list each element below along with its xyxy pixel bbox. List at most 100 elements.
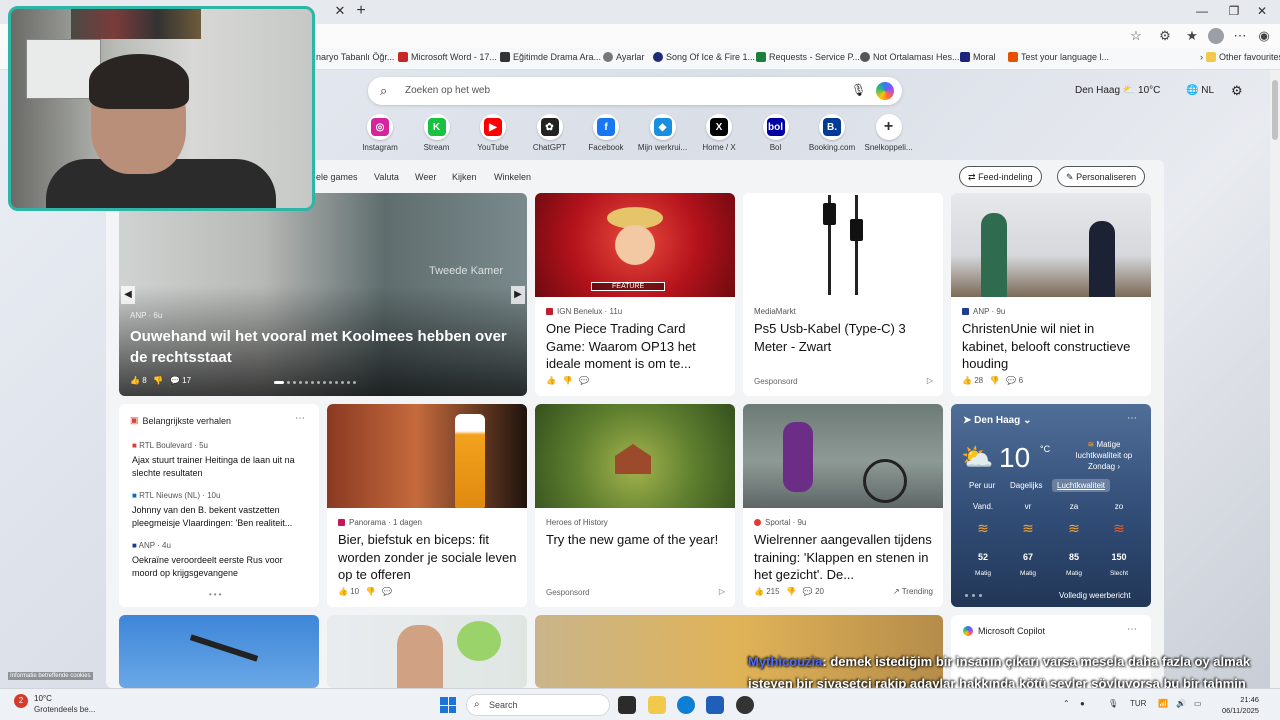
microphone-icon[interactable]: 🎙 <box>851 83 866 97</box>
news-card[interactable] <box>327 615 527 688</box>
copilot-icon[interactable] <box>876 82 894 100</box>
page-scrollbar[interactable] <box>1270 70 1280 688</box>
tab-hourly[interactable]: Per uur <box>964 479 1000 492</box>
cookies-link[interactable]: Informatie betreffende cookies <box>8 672 93 680</box>
task-view-icon[interactable] <box>618 696 636 714</box>
favorite-item[interactable]: Moral <box>960 52 996 62</box>
sponsored-card[interactable]: Heroes of History Try the new game of th… <box>535 404 735 607</box>
like-icon[interactable]: 👍 <box>546 376 556 385</box>
language-indicator[interactable]: TUR <box>1130 699 1146 708</box>
favorite-item[interactable]: Ayarlar <box>603 52 644 62</box>
shortcut-tile[interactable]: bol Bol <box>748 114 804 152</box>
new-tab-icon[interactable]: + <box>352 2 370 20</box>
shortcut-tile[interactable]: ◎ Instagram <box>352 114 408 152</box>
header-location[interactable]: Den Haag ⛅ 10°C <box>1075 85 1160 96</box>
shortcut-tile[interactable]: + Snelkoppeli... <box>861 114 917 152</box>
story-title[interactable]: Johnny van den B. bekent vastzetten plee… <box>132 504 309 530</box>
carousel-dots[interactable] <box>274 381 356 384</box>
comment-icon[interactable]: 💬 <box>579 376 589 385</box>
store-icon[interactable] <box>706 696 724 714</box>
full-forecast-link[interactable]: Volledig weerbericht <box>1059 591 1131 600</box>
shortcut-tile[interactable]: B. Booking.com <box>804 114 860 152</box>
comment-icon[interactable]: 💬 <box>382 587 392 596</box>
tray-overflow-icon[interactable]: ⌃ <box>1063 699 1070 708</box>
more-options-icon[interactable]: ⋯ <box>295 413 305 424</box>
favorite-item[interactable]: Not Ortalaması Hes... <box>860 52 960 62</box>
favorite-item[interactable]: Test your language l... <box>1008 52 1109 62</box>
taskbar-weather-desc[interactable]: Grotendeels be... <box>34 705 95 714</box>
comment-icon[interactable]: 💬 <box>170 376 180 385</box>
battery-icon[interactable]: ▭ <box>1194 699 1202 708</box>
sponsored-card[interactable]: MediaMarkt Ps5 Usb-Kabel (Type-C) 3 Mete… <box>743 193 943 396</box>
copilot-sidebar-icon[interactable]: ◉ <box>1256 28 1272 44</box>
favorite-item[interactable]: Requests - Service P... <box>756 52 860 62</box>
carousel-prev-icon[interactable]: ◀ <box>121 286 135 304</box>
like-icon[interactable]: 👍 <box>754 587 764 596</box>
ad-choices-icon[interactable]: ▷ <box>927 376 933 385</box>
feed-nav-item[interactable]: Kijken <box>452 172 477 182</box>
dislike-icon[interactable]: 👎 <box>990 376 1000 385</box>
card-title[interactable]: ChristenUnie wil niet in kabinet, beloof… <box>962 320 1141 373</box>
ad-choices-icon[interactable]: ▷ <box>719 587 725 596</box>
dislike-icon[interactable]: 👎 <box>153 376 163 385</box>
shortcut-tile[interactable]: K Stream <box>409 114 465 152</box>
dislike-icon[interactable]: 👎 <box>366 587 376 596</box>
news-card[interactable]: Panorama · 1 dagen Bier, biefstuk en bic… <box>327 404 527 607</box>
card-title[interactable]: Bier, biefstuk en biceps: fit worden zon… <box>338 531 517 584</box>
maximize-icon[interactable]: ❐ <box>1226 4 1242 18</box>
card-title[interactable]: Ps5 Usb-Kabel (Type-C) 3 Meter - Zwart <box>754 320 933 355</box>
close-tab-icon[interactable]: ✕ <box>332 3 348 19</box>
search-input[interactable]: Zoeken op het web <box>405 85 490 96</box>
volume-icon[interactable]: 🔊 <box>1176 699 1186 708</box>
like-icon[interactable]: 👍 <box>962 376 972 385</box>
dislike-icon[interactable]: 👎 <box>563 376 573 385</box>
wifi-icon[interactable]: 📶 <box>1158 699 1168 708</box>
shortcut-tile[interactable]: f Facebook <box>578 114 634 152</box>
hero-carousel[interactable]: Tweede Kamer ◀ ▶ ANP · 6u Ouwehand wil h… <box>119 193 527 396</box>
air-quality-summary[interactable]: ≋ Matige luchtkwaliteit op Zondag › <box>1069 439 1139 472</box>
minimize-icon[interactable]: — <box>1194 4 1210 18</box>
story-title[interactable]: Oekraïne veroordeelt eerste Rus voor moo… <box>132 554 309 580</box>
feed-layout-button[interactable]: ⇄ Feed-indeling <box>959 166 1042 187</box>
app-icon[interactable] <box>736 696 754 714</box>
taskbar-weather-temp[interactable]: 10°C <box>34 694 52 703</box>
news-card[interactable]: ANP · 9u ChristenUnie wil niet in kabine… <box>951 193 1151 396</box>
windows-start-icon[interactable] <box>440 697 456 713</box>
weather-card[interactable]: ➤ Den Haag ⌄ ⋯ ⛅ 10 °C ≋ Matige luchtkwa… <box>951 404 1151 607</box>
feed-nav-item[interactable]: Weer <box>415 172 436 182</box>
tab-air-quality[interactable]: Luchtkwaliteit <box>1052 479 1111 492</box>
shortcut-tile[interactable]: ✿ ChatGPT <box>522 114 578 152</box>
other-favorites[interactable]: › Other favourites <box>1200 52 1280 62</box>
dislike-icon[interactable]: 👎 <box>786 587 796 596</box>
web-search-box[interactable]: ⌕ Zoeken op het web 🎙 <box>368 77 902 105</box>
news-card[interactable]: Sportal · 9u Wielrenner aangevallen tijd… <box>743 404 943 607</box>
tab-daily[interactable]: Dagelijks <box>1005 479 1047 492</box>
like-icon[interactable]: 👍 <box>338 587 348 596</box>
shortcut-tile[interactable]: X Home / X <box>691 114 747 152</box>
weather-location[interactable]: ➤ Den Haag ⌄ <box>963 415 1031 426</box>
edge-icon[interactable] <box>677 696 695 714</box>
taskbar-clock[interactable]: 21:46 06/11/2025 <box>1222 694 1259 716</box>
feed-nav-item[interactable]: ele games <box>316 172 358 182</box>
story-title[interactable]: Ajax stuurt trainer Heitinga de laan uit… <box>132 454 309 480</box>
language-selector[interactable]: 🌐 NL <box>1186 85 1214 96</box>
personalize-button[interactable]: ✎ Personaliseren <box>1057 166 1146 187</box>
comment-icon[interactable]: 💬 <box>803 587 813 596</box>
more-options-icon[interactable]: ⋯ <box>1127 413 1137 424</box>
tray-app-icon[interactable]: ● <box>1080 699 1085 708</box>
news-card[interactable]: FEATURE IGN Benelux · 11u One Piece Trad… <box>535 193 735 396</box>
shortcut-tile[interactable]: ▶ YouTube <box>465 114 521 152</box>
pagination-dots[interactable] <box>965 594 982 597</box>
shortcut-tile[interactable]: ◆ Mijn werkrui... <box>635 114 691 152</box>
hero-title[interactable]: Ouwehand wil het vooral met Koolmees heb… <box>130 326 519 368</box>
pagination-dots[interactable]: ••• <box>209 590 223 599</box>
favorite-item[interactable]: naryo Tabanlı Öğr... <box>316 52 394 62</box>
favorites-icon[interactable]: ★ <box>1184 28 1200 44</box>
news-card[interactable] <box>119 615 319 688</box>
weather-widget-icon[interactable]: 2 <box>14 694 28 708</box>
scrollbar-thumb[interactable] <box>1272 80 1278 140</box>
feed-nav-item[interactable]: Winkelen <box>494 172 531 182</box>
settings-icon[interactable]: ⚙ <box>1231 83 1243 99</box>
extensions-icon[interactable]: ⚙ <box>1157 28 1173 44</box>
profile-avatar[interactable] <box>1208 28 1224 44</box>
